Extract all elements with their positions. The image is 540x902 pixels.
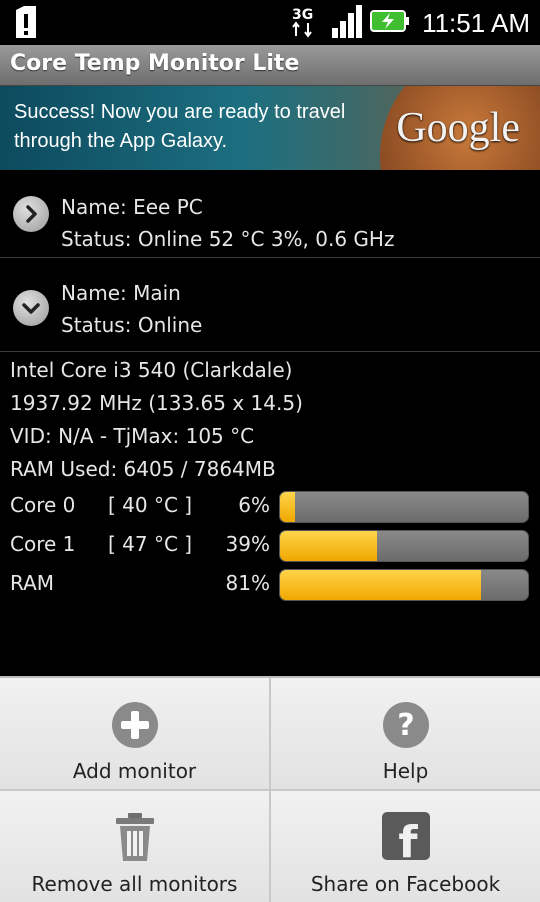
menu-item-label: Remove all monitors [31, 872, 238, 896]
network-3g-icon: 3G [290, 4, 324, 42]
chevron-down-icon[interactable] [13, 290, 49, 326]
ad-text: Success! Now you are ready to travel thr… [14, 101, 346, 152]
usage-bar-fill [280, 531, 377, 561]
bar-label: RAM [10, 571, 55, 595]
usage-bar-fill [280, 570, 481, 600]
monitor-row-eee-pc[interactable]: Name: Eee PC Status: Online 52 °C 3%, 0.… [0, 171, 540, 258]
signal-strength-icon [330, 4, 364, 42]
usage-percent: 6% [238, 493, 270, 517]
usage-bar [279, 491, 529, 523]
add-monitor-button[interactable]: Add monitor [0, 678, 269, 789]
svg-text:3G: 3G [292, 7, 313, 23]
battery-charging-icon [370, 8, 410, 38]
clock-time: 11:51 AM [422, 7, 530, 38]
cpu-model: Intel Core i3 540 (Clarkdale) [10, 358, 293, 382]
remove-all-monitors-button[interactable]: Remove all monitors [0, 791, 269, 902]
cpu-frequency: 1937.92 MHz (133.65 x 14.5) [10, 391, 303, 415]
chevron-right-icon[interactable] [13, 196, 49, 232]
core-temperature: [ 40 °C ] [108, 493, 193, 517]
monitor-status: Status: Online [61, 313, 203, 337]
help-icon: ? [381, 700, 431, 754]
trash-icon [110, 811, 160, 867]
monitor-name: Name: Main [61, 281, 181, 305]
ad-banner[interactable]: Success! Now you are ready to travel thr… [0, 86, 540, 170]
core0-usage-row: Core 0 [ 40 °C ] 6% [0, 489, 540, 523]
usage-bar [279, 569, 529, 601]
facebook-icon: f [381, 811, 431, 868]
usage-percent: 81% [225, 571, 270, 595]
ad-logo: Google [396, 105, 520, 151]
bar-label: Core 1 [10, 532, 76, 556]
svg-text:f: f [398, 817, 418, 861]
help-button[interactable]: ? Help [271, 678, 540, 789]
vid-tjmax: VID: N/A - TjMax: 105 °C [10, 424, 255, 448]
bar-label: Core 0 [10, 493, 76, 517]
app-title-bar: Core Temp Monitor Lite [0, 45, 540, 86]
menu-item-label: Add monitor [72, 759, 197, 783]
svg-text:?: ? [397, 708, 414, 743]
ram-usage-row: RAM 81% [0, 567, 540, 601]
app-title: Core Temp Monitor Lite [10, 51, 300, 76]
core-temperature: [ 47 °C ] [108, 532, 193, 556]
monitor-status: Status: Online 52 °C 3%, 0.6 GHz [61, 227, 395, 251]
status-bar: 3G 11:51 AM [0, 0, 540, 45]
ram-used: RAM Used: 6405 / 7864MB [10, 457, 276, 481]
menu-item-label: Help [382, 759, 429, 783]
add-icon [110, 700, 160, 754]
usage-bar-fill [280, 492, 295, 522]
menu-item-label: Share on Facebook [310, 872, 501, 896]
menu-divider-horizontal [0, 789, 540, 791]
usage-percent: 39% [225, 532, 270, 556]
sd-card-alert-icon [14, 6, 38, 42]
options-menu: Add monitor ? Help Remove all monitors f… [0, 676, 540, 902]
monitor-name: Name: Eee PC [61, 195, 203, 219]
usage-bar [279, 530, 529, 562]
monitor-row-main[interactable]: Name: Main Status: Online [0, 265, 540, 352]
core1-usage-row: Core 1 [ 47 °C ] 39% [0, 528, 540, 562]
share-facebook-button[interactable]: f Share on Facebook [271, 791, 540, 902]
